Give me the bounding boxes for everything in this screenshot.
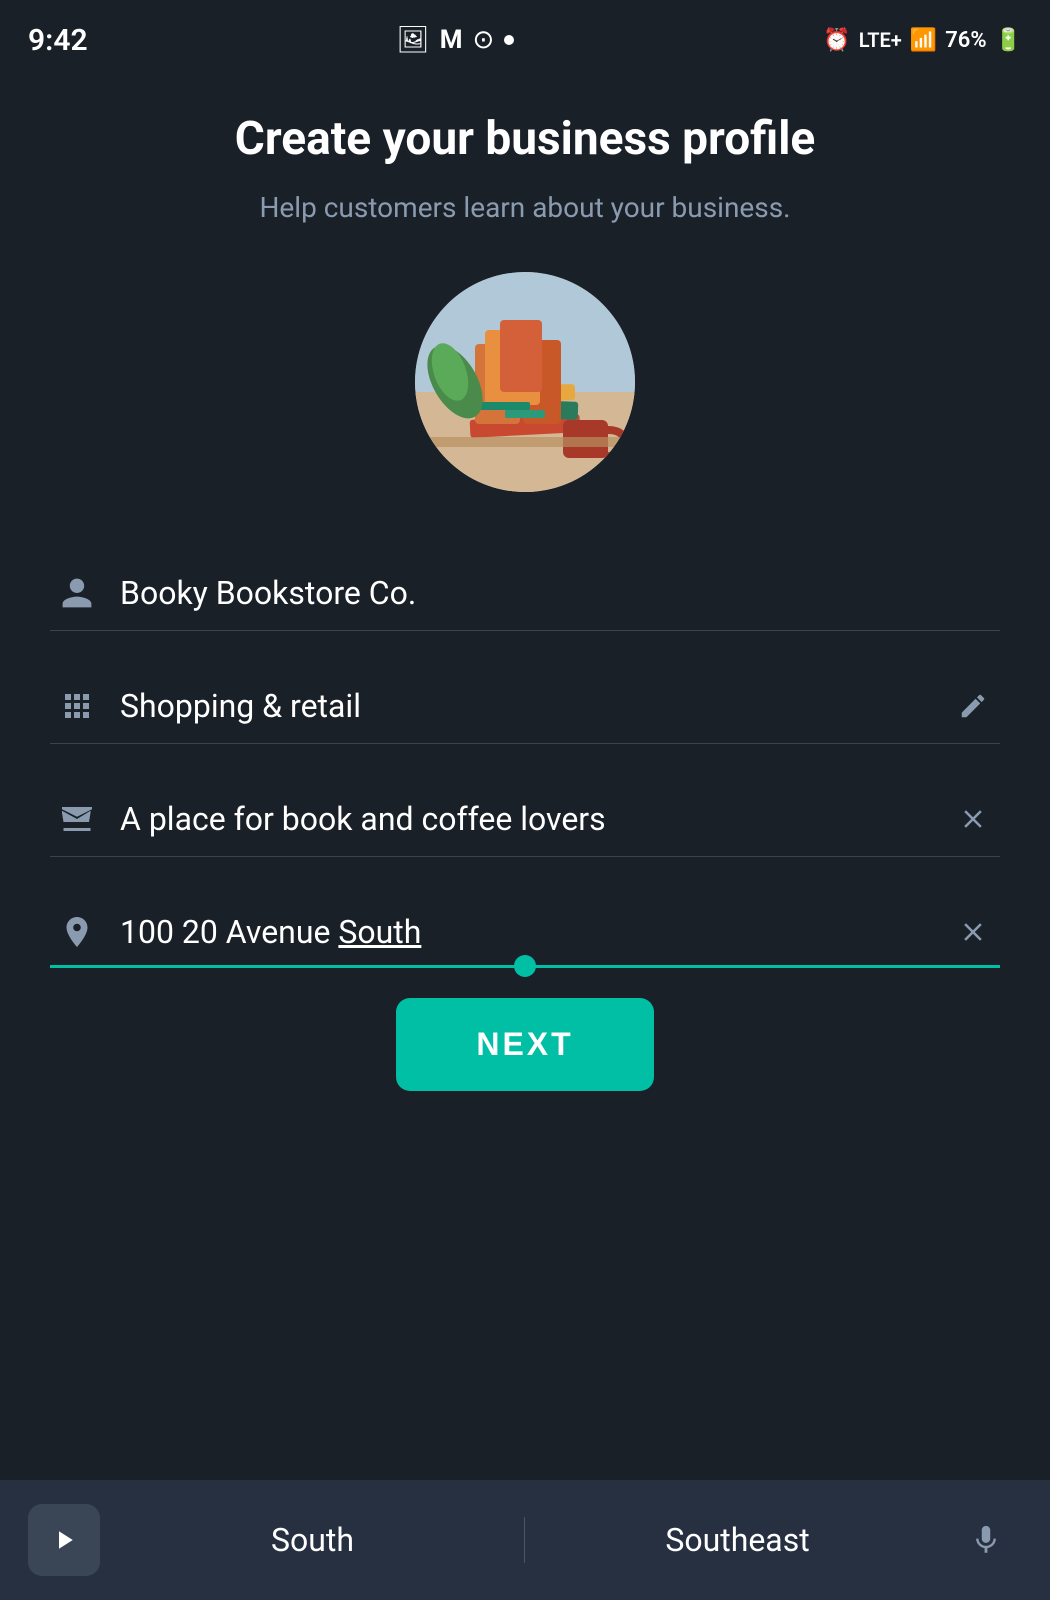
- address-value[interactable]: 100 20 Avenue South: [104, 913, 946, 951]
- page-title: Create your business profile: [50, 112, 1000, 167]
- address-prefix: 100 20 Avenue: [120, 913, 338, 951]
- next-button[interactable]: NEXT: [396, 998, 653, 1091]
- cursor-dot: [514, 955, 536, 977]
- battery-icon: 🔋: [995, 28, 1022, 53]
- status-time: 9:42: [28, 23, 88, 58]
- category-field[interactable]: Shopping & retail: [50, 659, 1000, 744]
- business-name-field[interactable]: Booky Bookstore Co.: [50, 546, 1000, 631]
- category-value[interactable]: Shopping & retail: [104, 687, 946, 725]
- suggestion-south[interactable]: South: [100, 1511, 525, 1569]
- clear-address-button[interactable]: [946, 917, 1000, 947]
- microphone-button[interactable]: [950, 1504, 1022, 1576]
- avatar[interactable]: [415, 272, 635, 492]
- business-name-value[interactable]: Booky Bookstore Co.: [104, 574, 1000, 612]
- mail-icon: M: [440, 25, 463, 55]
- address-field[interactable]: 100 20 Avenue South: [50, 885, 1000, 968]
- status-right: ⏰ LTE+ 📶 76% 🔋: [823, 28, 1022, 53]
- battery-label: 76%: [945, 28, 986, 53]
- store-icon: [50, 801, 104, 837]
- page-subtitle: Help customers learn about your business…: [50, 191, 1000, 224]
- suggestion-southeast[interactable]: Southeast: [525, 1511, 950, 1569]
- avatar-container[interactable]: [50, 272, 1000, 492]
- dot-indicator: [504, 35, 514, 45]
- main-content: Create your business profile Help custom…: [0, 72, 1050, 1091]
- photo-icon: 🖼: [397, 25, 430, 55]
- instagram-icon: ⊙: [472, 25, 494, 55]
- alarm-icon: ⏰: [823, 28, 850, 53]
- status-icons: 🖼 M ⊙: [397, 25, 515, 55]
- edit-category-button[interactable]: [946, 691, 1000, 721]
- description-value[interactable]: A place for book and coffee lovers: [104, 800, 946, 838]
- keyboard-bar: South Southeast: [0, 1480, 1050, 1600]
- signal-icon: 📶: [910, 28, 937, 53]
- clear-description-button[interactable]: [946, 804, 1000, 834]
- keyboard-expand-button[interactable]: [28, 1504, 100, 1576]
- description-field[interactable]: A place for book and coffee lovers: [50, 772, 1000, 857]
- status-bar: 9:42 🖼 M ⊙ ⏰ LTE+ 📶 76% 🔋: [0, 0, 1050, 72]
- keyboard-suggestions: South Southeast: [100, 1511, 950, 1569]
- person-icon: [50, 575, 104, 611]
- category-icon: [50, 688, 104, 724]
- next-button-container: NEXT: [50, 998, 1000, 1091]
- location-icon: [50, 914, 104, 950]
- address-underlined: South: [338, 913, 421, 951]
- lte-label: LTE+: [859, 28, 902, 52]
